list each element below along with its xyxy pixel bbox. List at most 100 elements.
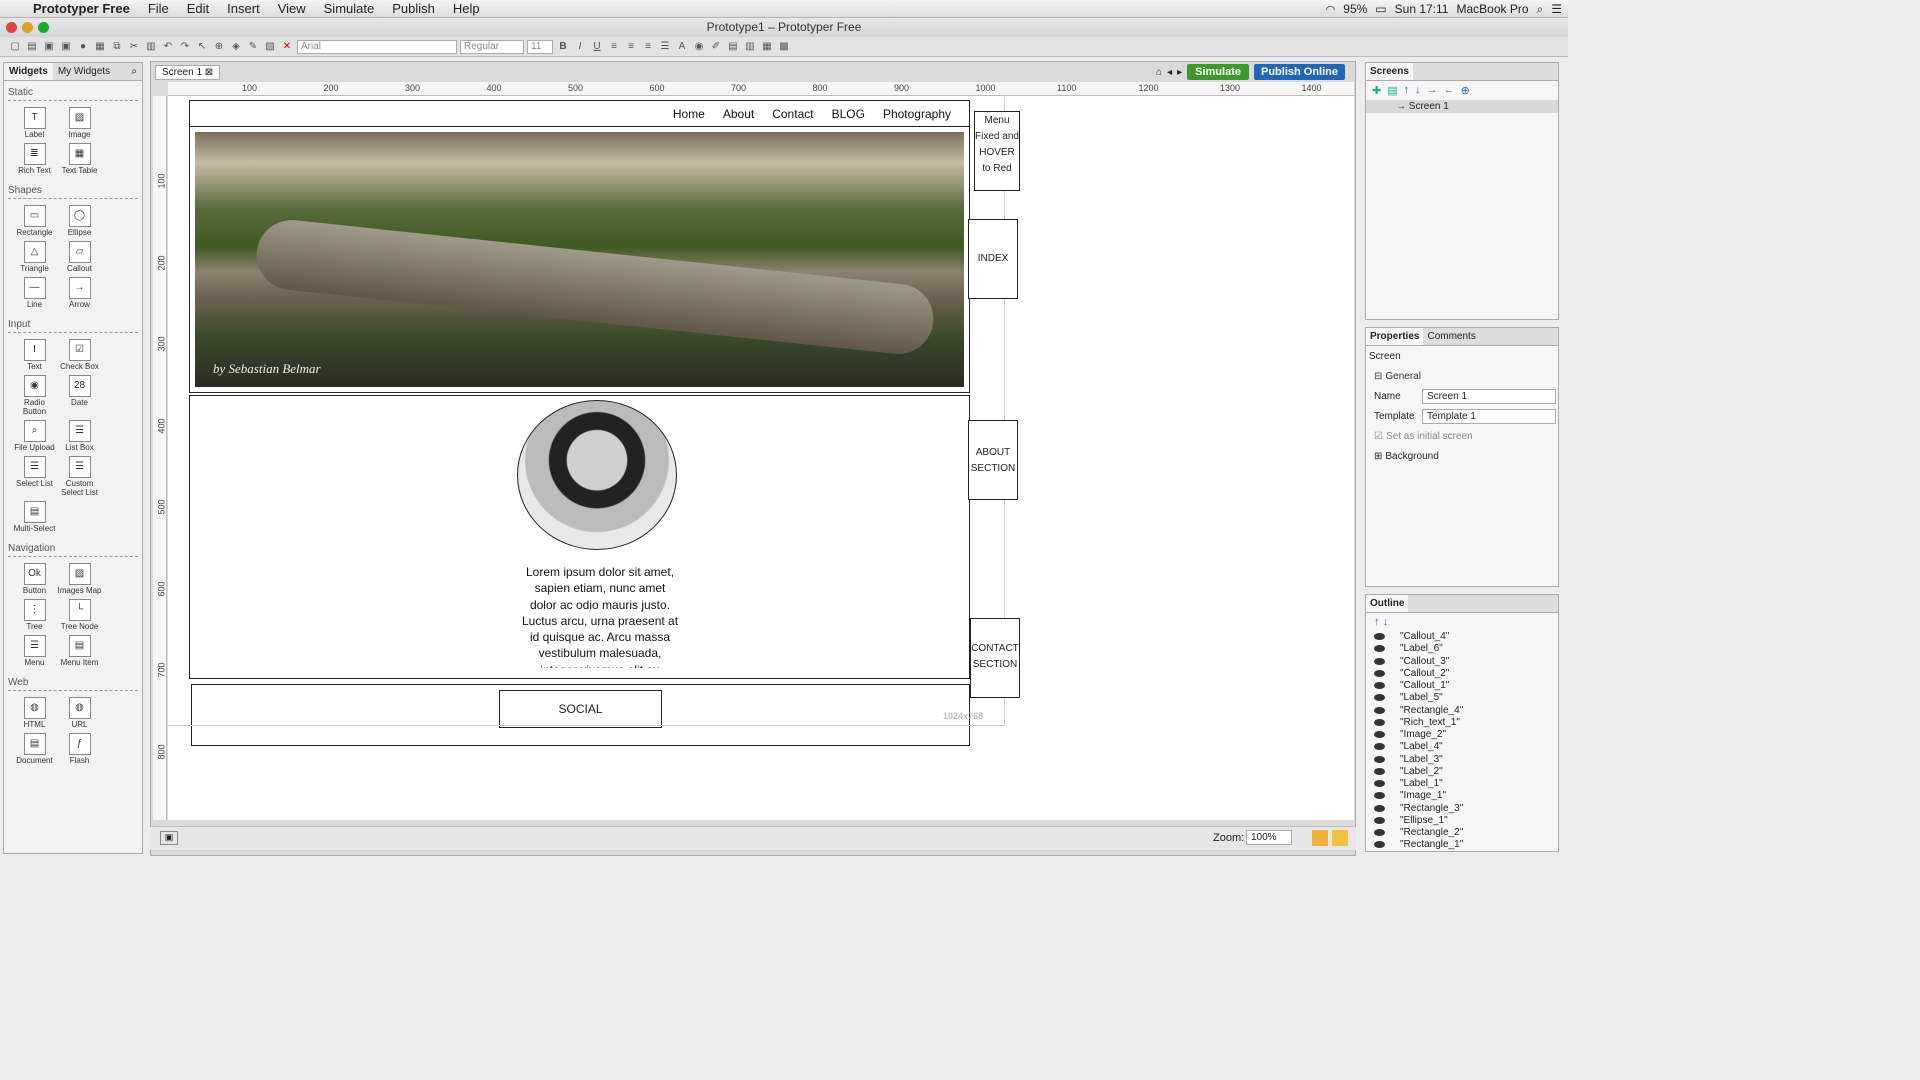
eye-icon[interactable] [1374,669,1385,677]
paste-icon[interactable]: ▥ [144,40,158,54]
move-down-icon[interactable]: ↓ [1415,84,1421,97]
publish-icon[interactable]: ● [76,40,90,54]
outline-item[interactable]: "Callout_3" [1366,656,1558,668]
widget-multi-select[interactable]: ▤ Multi-Select [12,499,57,533]
about-section[interactable]: Lorem ipsum dolor sit amet, sapien etiam… [189,395,970,679]
outline-item[interactable]: "Callout_2" [1366,668,1558,680]
fit-icon[interactable]: ▣ [160,831,178,845]
tab-properties[interactable]: Properties [1366,328,1424,345]
lock-icon[interactable]: ▩ [777,40,791,54]
widget-check-box[interactable]: ☑ Check Box [57,337,102,371]
nav-link-blog[interactable]: BLOG [832,107,865,121]
widget-custom-select-list[interactable]: ☰ Custom Select List [57,454,102,497]
folder-icon[interactable]: ▤ [1387,84,1397,97]
save-icon[interactable]: ▣ [42,40,56,54]
text-color-icon[interactable]: A [675,40,689,54]
widget-triangle[interactable]: △ Triangle [12,239,57,273]
eye-icon[interactable] [1374,804,1385,812]
align-left-icon[interactable]: ≡ [607,40,621,54]
widget-date[interactable]: 28 Date [57,373,102,416]
widget-tree-node[interactable]: └ Tree Node [57,597,102,631]
eraser-icon[interactable]: ◈ [229,40,243,54]
tab-my-widgets[interactable]: My Widgets [53,63,115,80]
app-menu[interactable]: Prototyper Free [24,1,139,16]
hero-frame[interactable]: by Sebastian Belmar [189,126,970,393]
menu-file[interactable]: File [139,1,178,16]
callout-index[interactable]: INDEX [968,219,1018,299]
design-canvas[interactable]: Home About Contact BLOG Photography by Sebas… [168,96,1354,820]
align-right-icon[interactable]: ≡ [641,40,655,54]
machine-name[interactable]: MacBook Pro [1456,2,1528,16]
widget-rich-text[interactable]: ≣ Rich Text [12,141,57,175]
indent-icon[interactable]: → [1427,84,1438,97]
outline-item[interactable]: "Rich_text_1" [1366,717,1558,729]
undo-icon[interactable]: ↶ [161,40,175,54]
pointer-icon[interactable]: ↖ [195,40,209,54]
nav-link-home[interactable]: Home [673,107,705,121]
menu-simulate[interactable]: Simulate [315,1,384,16]
wifi-icon[interactable]: ◠ [1326,3,1336,16]
menu-edit[interactable]: Edit [178,1,218,16]
widget-tree[interactable]: ⋮ Tree [12,597,57,631]
bold-icon[interactable]: B [556,40,570,54]
eye-icon[interactable] [1374,633,1385,640]
list-icon[interactable]: ☰ [1551,2,1562,16]
eye-icon[interactable] [1374,841,1385,849]
widget-menu[interactable]: ☰ Menu [12,633,57,667]
eye-icon[interactable] [1374,645,1385,653]
outline-item[interactable]: "Label_3" [1366,754,1558,766]
add-icon[interactable]: ⊕ [1461,84,1470,97]
menu-view[interactable]: View [269,1,315,16]
social-box[interactable]: SOCIAL [499,690,662,728]
nav-link-photography[interactable]: Photography [883,107,951,121]
eye-icon[interactable] [1374,731,1385,738]
zoom-select[interactable]: 100% [1246,830,1292,845]
outdent-icon[interactable]: ← [1444,84,1455,97]
group-icon[interactable]: ▧ [263,40,277,54]
widget-menu-item[interactable]: ▤ Menu Item [57,633,102,667]
redo-icon[interactable]: ↷ [178,40,192,54]
widget-text[interactable]: I Text [12,337,57,371]
font-select[interactable]: Arial [297,39,457,54]
widget-button[interactable]: Ok Button [12,561,57,595]
outline-item[interactable]: "Label_5" [1366,692,1558,704]
outline-item[interactable]: "Rectangle_4" [1366,705,1558,717]
eye-icon[interactable] [1374,694,1385,702]
move-up-icon[interactable]: ↑ [1404,84,1410,97]
underline-icon[interactable]: U [590,40,604,54]
eye-icon[interactable] [1374,816,1385,824]
cut-icon[interactable]: ✂ [127,40,141,54]
widget-flash[interactable]: ƒ Flash [57,731,102,765]
widget-callout[interactable]: ▱ Callout [57,239,102,273]
eye-icon[interactable] [1374,657,1385,665]
simulate-button[interactable]: Simulate [1187,64,1249,80]
widget-arrow[interactable]: → Arrow [57,275,102,309]
name-field[interactable]: Screen 1 [1422,388,1556,404]
outline-item[interactable]: "Image_2" [1366,729,1558,741]
widget-file-upload[interactable]: ⌕ File Upload [12,418,57,452]
battery-label[interactable]: 95% [1343,2,1367,16]
nav-link-about[interactable]: About [723,107,754,121]
footer-section[interactable]: SOCIAL [191,684,970,746]
close-icon[interactable] [6,22,17,33]
forward-icon[interactable]: ▸ [1177,67,1182,78]
outline-item[interactable]: "Label_1" [1366,778,1558,790]
eye-icon[interactable] [1374,792,1385,800]
add-screen-icon[interactable]: ✚ [1372,84,1381,97]
menu-insert[interactable]: Insert [218,1,269,16]
outline-item[interactable]: "Label_4" [1366,741,1558,753]
widget-text-table[interactable]: ▦ Text Table [57,141,102,175]
comments-icon[interactable] [1332,830,1348,846]
category-input[interactable]: Input [8,319,138,333]
zoom-icon[interactable] [38,22,49,33]
back-icon[interactable]: ◂ [1167,67,1172,78]
category-static[interactable]: Static [8,87,138,101]
general-group[interactable]: ⊟ General [1366,366,1558,386]
spotlight-icon[interactable]: ⌕ [1537,2,1544,17]
widget-radio-button[interactable]: ◉ Radio Button [12,373,57,416]
template-select[interactable]: Template 1 [1422,408,1556,424]
screen-list-item[interactable]: → Screen 1 [1366,100,1558,113]
outline-item[interactable]: "Rectangle_3" [1366,803,1558,815]
zoom-tool-icon[interactable]: ⊕ [212,40,226,54]
size-select[interactable]: 11 [527,39,553,54]
